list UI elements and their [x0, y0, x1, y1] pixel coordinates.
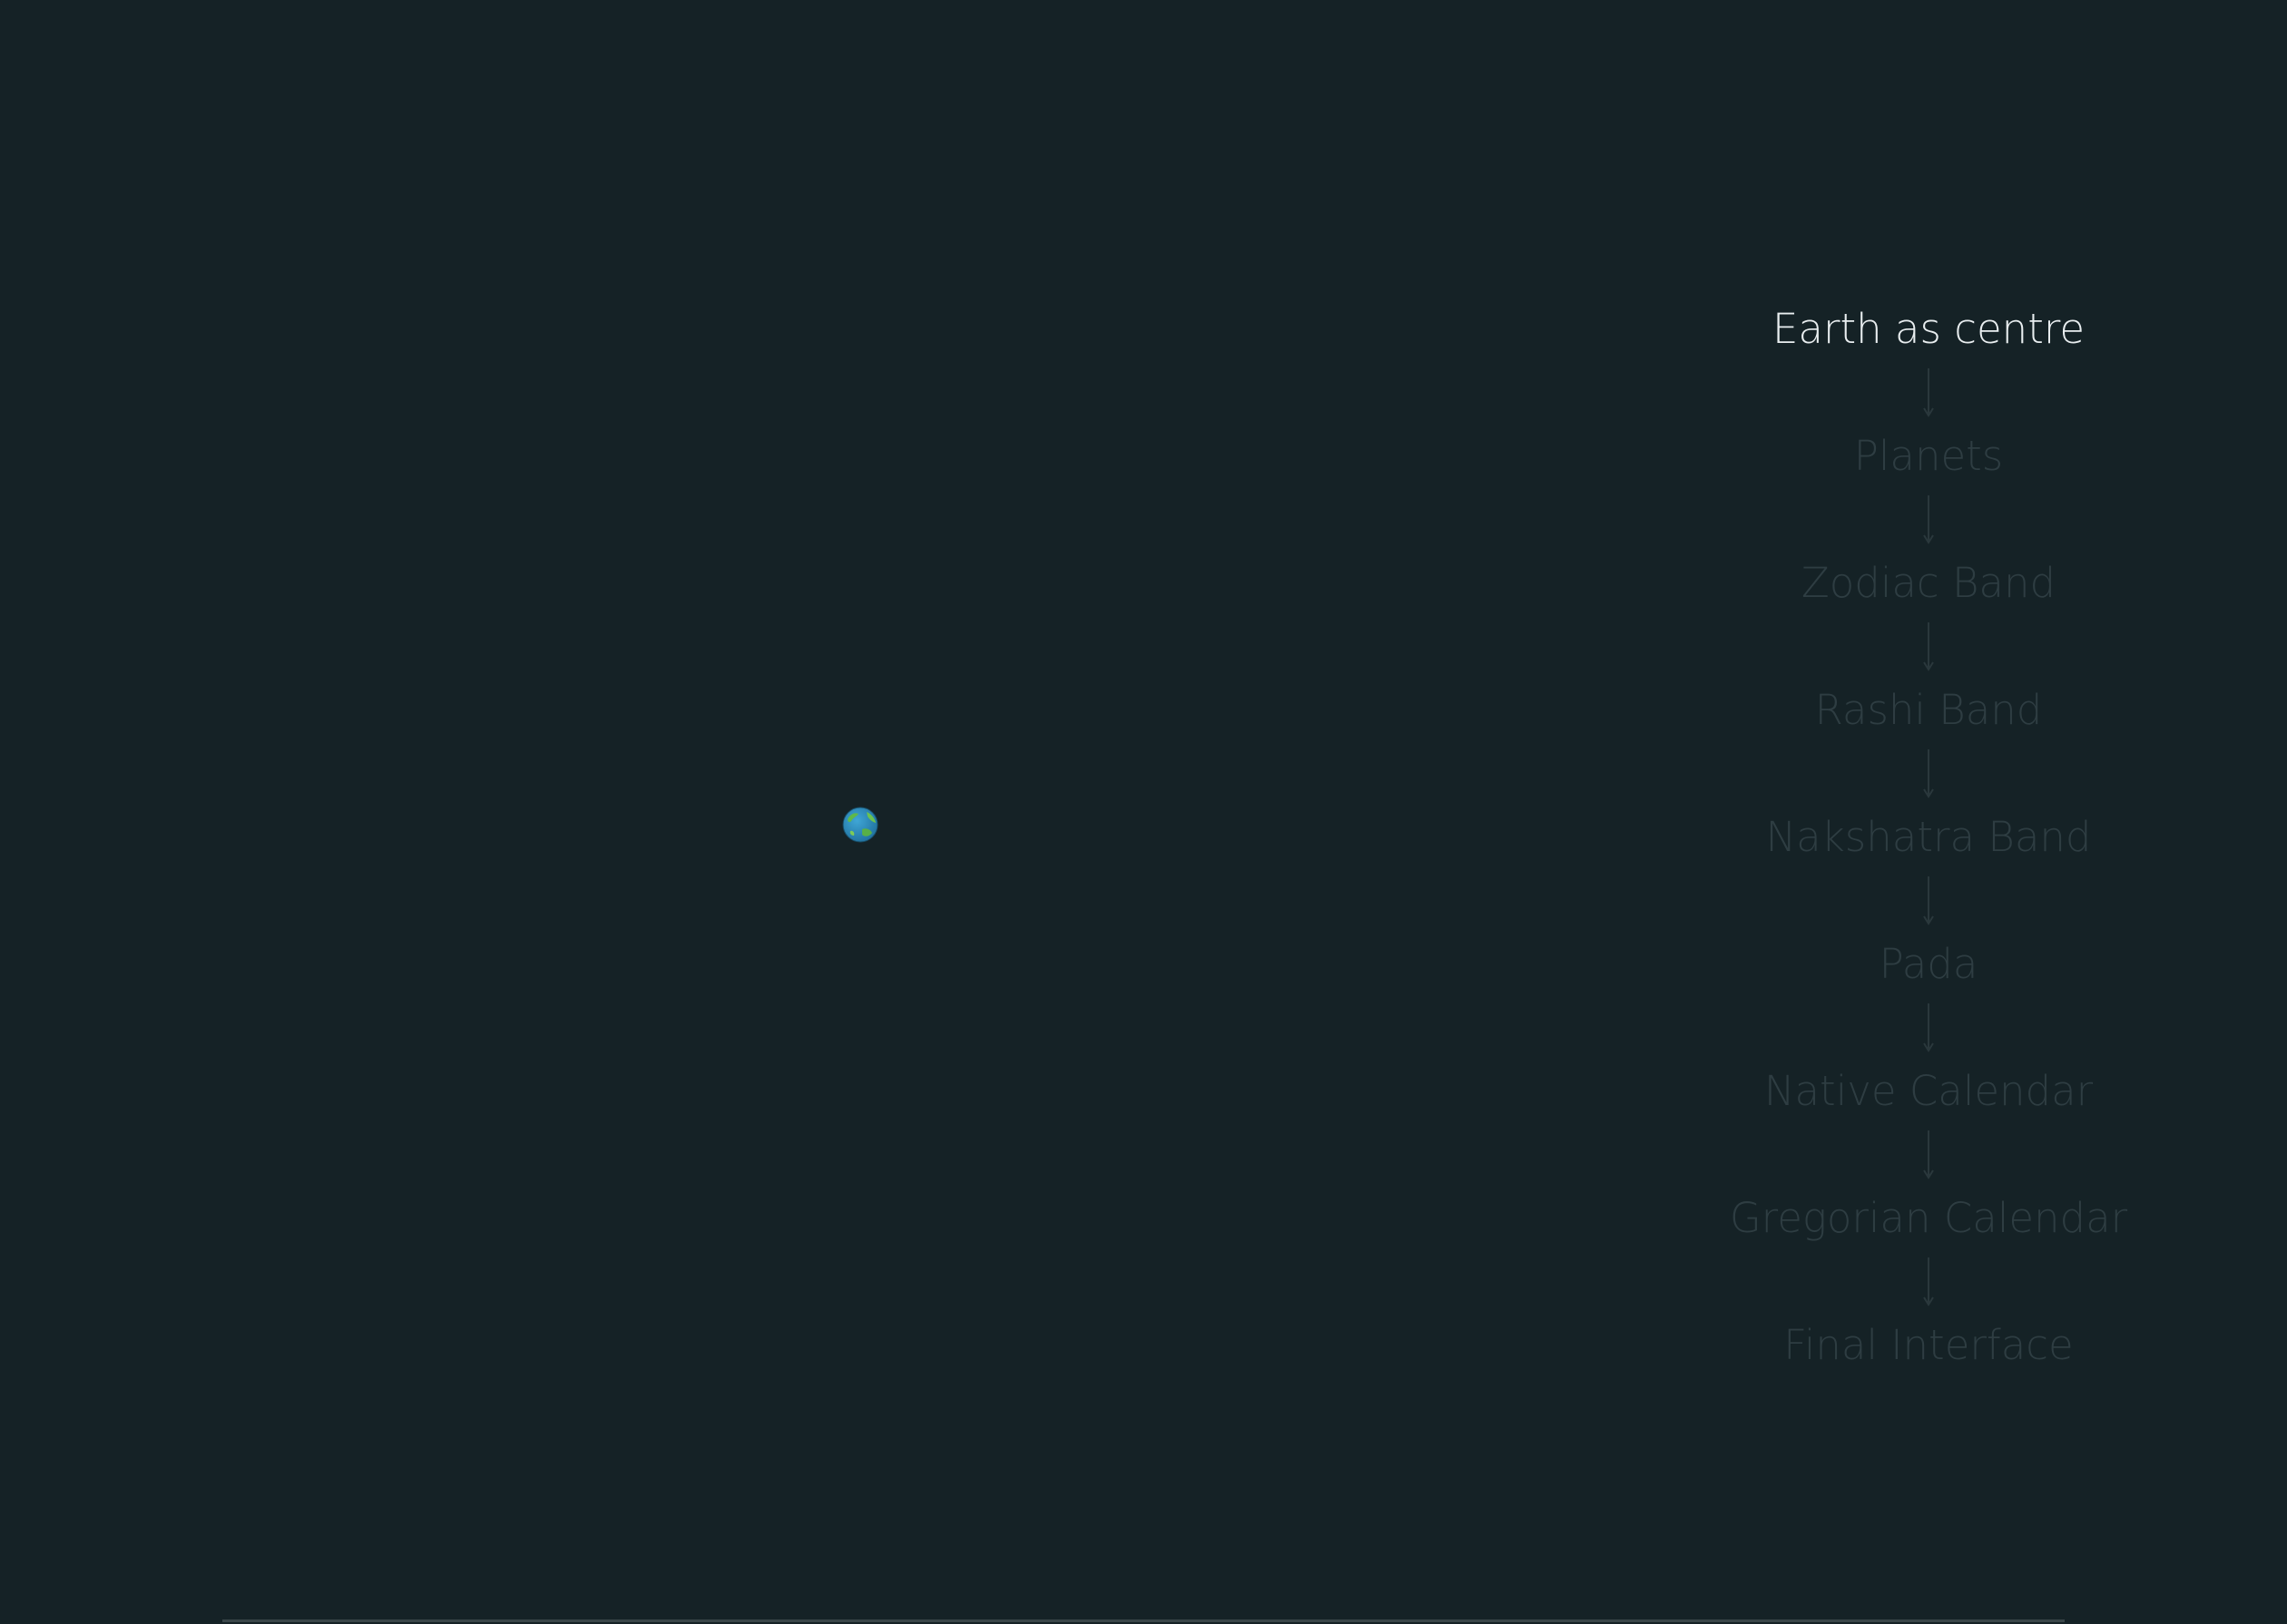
arrow-down-icon [1923, 1130, 1934, 1179]
step-zodiac-band[interactable]: Zodiac Band [1801, 553, 2056, 613]
earth-globe-icon[interactable] [842, 807, 878, 843]
step-nakshatra-band[interactable]: Nakshatra Band [1766, 807, 2092, 867]
bottom-divider [222, 1619, 2065, 1622]
scene-canvas: Earth as centre Planets Zodiac Band Rash… [0, 0, 2287, 1624]
step-native-calendar[interactable]: Native Calendar [1764, 1061, 2093, 1121]
step-final-interface[interactable]: Final Interface [1783, 1316, 2073, 1375]
arrow-down-icon [1923, 495, 1934, 544]
step-planets[interactable]: Planets [1854, 426, 2004, 486]
arrow-down-icon [1923, 622, 1934, 671]
arrow-down-icon [1923, 876, 1934, 925]
arrow-down-icon [1923, 368, 1934, 417]
arrow-down-icon [1923, 1257, 1934, 1306]
step-pada[interactable]: Pada [1880, 934, 1978, 994]
arrow-down-icon [1923, 749, 1934, 798]
arrow-down-icon [1923, 1003, 1934, 1052]
step-list: Earth as centre Planets Zodiac Band Rash… [1652, 299, 2205, 1375]
step-gregorian-calendar[interactable]: Gregorian Calendar [1730, 1189, 2127, 1248]
step-rashi-band[interactable]: Rashi Band [1815, 680, 2043, 740]
step-earth-as-centre[interactable]: Earth as centre [1772, 299, 2085, 359]
